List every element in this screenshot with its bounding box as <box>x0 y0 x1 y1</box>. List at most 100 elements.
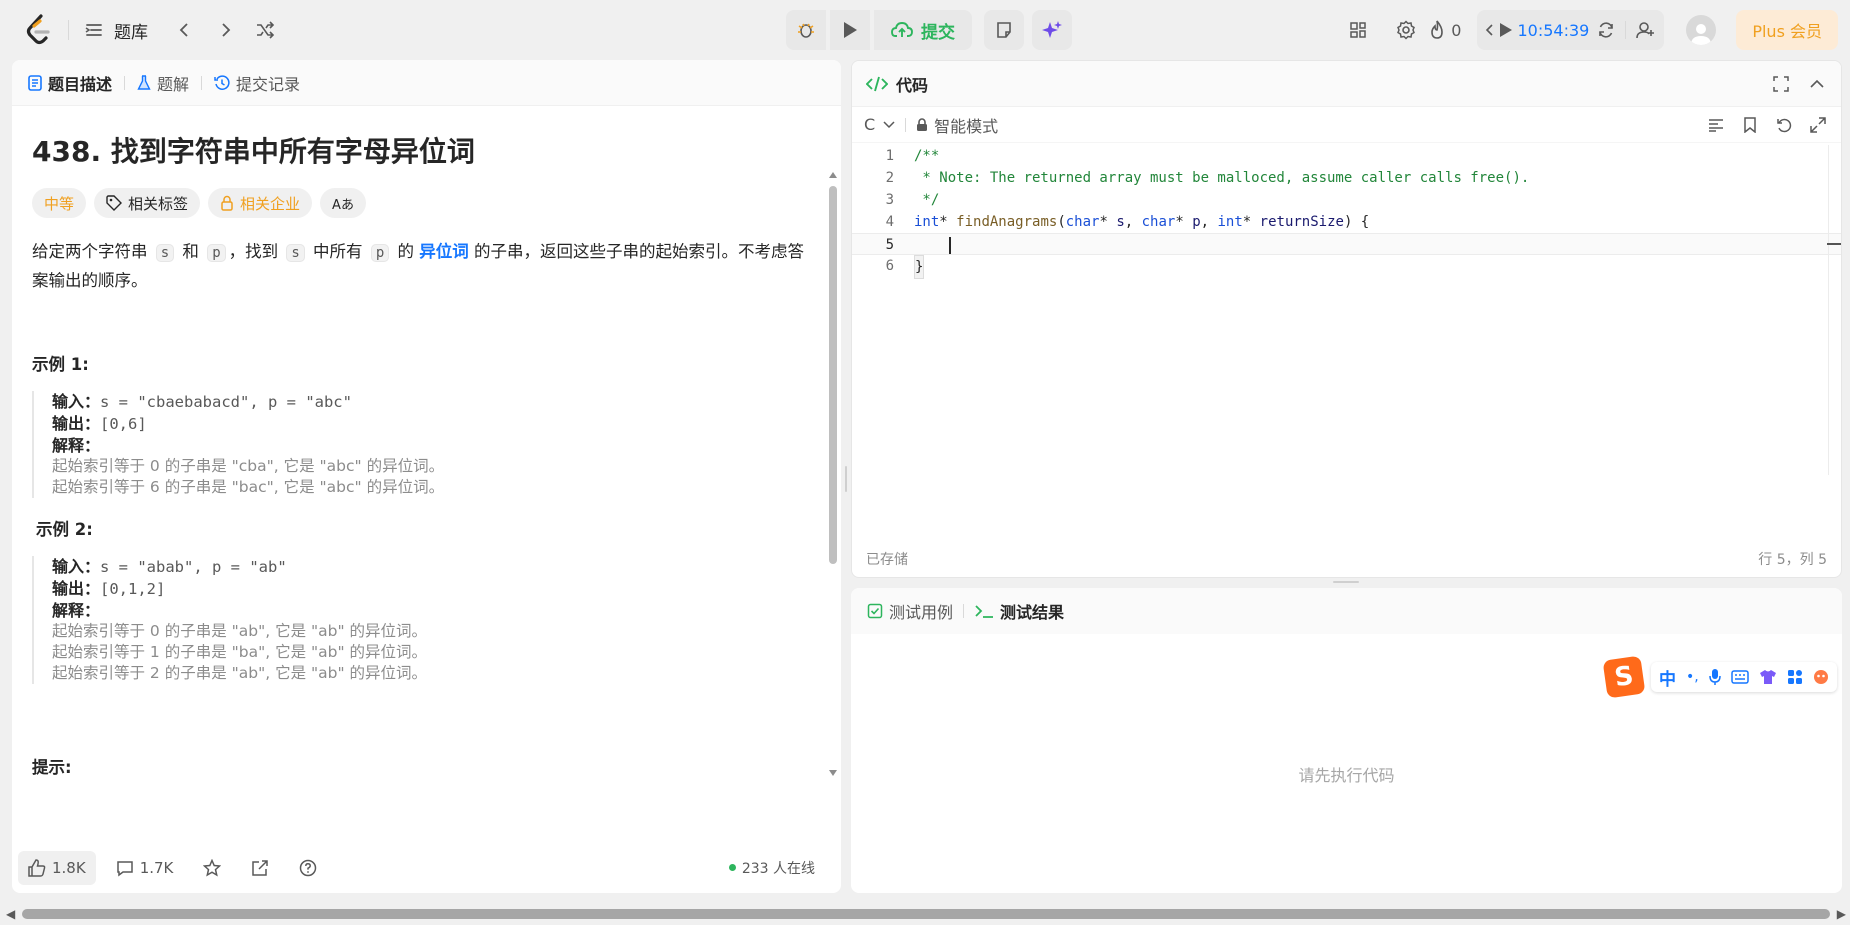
smart-mode-toggle[interactable]: 智能模式 <box>916 113 998 137</box>
anagram-link[interactable]: 异位词 <box>419 242 469 261</box>
scroll-down-icon <box>829 770 837 776</box>
toolbox-icon[interactable] <box>1787 669 1803 685</box>
favorite-button[interactable] <box>193 851 231 885</box>
timer-collapse-button[interactable] <box>1485 23 1495 37</box>
page-horizontal-scrollbar[interactable]: ◀ ▶ <box>0 905 1850 925</box>
settings-button[interactable] <box>1389 13 1423 47</box>
like-button[interactable]: 1.8K <box>18 850 96 885</box>
smart-mode-label: 智能模式 <box>934 116 999 136</box>
problem-list-button[interactable]: 题库 <box>84 14 148 46</box>
fire-icon <box>1431 20 1444 39</box>
layout-button[interactable] <box>1341 13 1375 47</box>
problem-navigation <box>168 13 282 47</box>
code-punctuation: ) { <box>1343 214 1370 230</box>
comments-button[interactable]: 1.7K <box>106 851 184 885</box>
tab-test-results-label: 测试结果 <box>1000 603 1065 622</box>
example-input: s = "cbaebabacd", p = "abc" <box>100 393 352 411</box>
example-1-title: 示例 1: <box>32 355 89 374</box>
ime-punctuation-toggle[interactable]: •, <box>1686 669 1699 685</box>
submit-button[interactable]: 提交 <box>874 10 972 50</box>
code-punctuation: * <box>939 214 957 230</box>
code-line: 3 */ <box>852 189 1841 211</box>
tab-testcases[interactable]: 测试用例 <box>867 599 953 623</box>
code-keyword: char <box>1141 214 1176 230</box>
tags-chip[interactable]: 相关标签 <box>94 188 201 218</box>
bookmark-button[interactable] <box>1735 110 1765 140</box>
scroll-right-icon[interactable]: ▶ <box>1837 907 1846 921</box>
tab-testcases-label: 测试用例 <box>889 603 954 622</box>
line-number: 1 <box>885 148 894 164</box>
page-title: 438. 找到字符串中所有字母异位词 <box>32 135 475 168</box>
random-problem-button[interactable] <box>248 13 282 47</box>
reset-code-button[interactable] <box>1769 110 1799 140</box>
example-input: s = "abab", p = "ab" <box>100 558 287 576</box>
debug-button[interactable] <box>786 10 826 50</box>
resize-grip <box>845 466 847 492</box>
invite-button[interactable] <box>1636 21 1656 39</box>
explain-line: 起始索引等于 0 的子串是 "cba", 它是 "abc" 的异位词。 <box>52 457 445 475</box>
format-button[interactable] <box>1701 110 1731 140</box>
avatar[interactable] <box>1686 15 1717 45</box>
code-keyword: int <box>1217 214 1243 230</box>
collapse-panel-button[interactable] <box>1803 70 1831 98</box>
notes-button[interactable] <box>984 10 1024 50</box>
microphone-icon[interactable] <box>1708 668 1721 686</box>
mascot-icon[interactable] <box>1813 669 1829 685</box>
line-number: 6 <box>885 258 894 274</box>
fullscreen-button[interactable] <box>1767 70 1795 98</box>
sogou-logo-icon[interactable]: S <box>1602 655 1646 699</box>
next-problem-button[interactable] <box>208 13 242 47</box>
tab-test-results[interactable]: 测试结果 <box>974 599 1064 623</box>
scroll-up-icon <box>829 172 837 178</box>
timer-reset-button[interactable] <box>1597 21 1615 39</box>
translate-button[interactable]: Aあ <box>320 188 366 218</box>
skin-icon[interactable] <box>1759 669 1777 685</box>
help-button[interactable] <box>289 851 327 885</box>
chevron-left-icon <box>1486 24 1494 36</box>
streak-counter[interactable]: 0 <box>1429 20 1461 40</box>
tab-description[interactable]: 题目描述 <box>28 71 112 95</box>
companies-chip[interactable]: 相关企业 <box>208 188 313 218</box>
description-scrollbar[interactable] <box>829 172 837 776</box>
share-button[interactable] <box>241 851 279 885</box>
like-count: 1.8K <box>52 858 86 877</box>
scrollbar-thumb[interactable] <box>829 186 837 564</box>
keyboard-icon[interactable] <box>1730 670 1749 684</box>
resize-grip <box>1333 581 1359 583</box>
explain-label: 解释： <box>52 436 101 455</box>
code-editor[interactable]: 1 /** 2 * Note: The returned array must … <box>852 145 1841 475</box>
user-tools: 0 10:54:39 Plus 会员 <box>1341 10 1850 50</box>
bug-icon <box>798 23 814 38</box>
scrollbar-thumb[interactable] <box>22 909 1830 919</box>
expand-editor-button[interactable] <box>1803 110 1833 140</box>
timer-divider <box>1625 21 1627 39</box>
tab-submissions[interactable]: 提交记录 <box>214 71 300 95</box>
run-button[interactable] <box>830 10 870 50</box>
play-icon <box>844 22 857 38</box>
problem-chips: 中等 相关标签 相关企业 Aあ <box>32 188 809 218</box>
list-icon <box>85 24 102 36</box>
checkbox-icon <box>867 603 883 619</box>
shuffle-icon <box>257 21 275 39</box>
vertical-resize-handle[interactable] <box>1333 581 1359 585</box>
scroll-left-icon[interactable]: ◀ <box>6 907 15 921</box>
code-keyword: int <box>914 214 940 230</box>
plus-membership-button[interactable]: Plus 会员 <box>1736 10 1838 50</box>
line-content <box>914 234 948 256</box>
language-select[interactable]: C <box>864 115 895 134</box>
editor-status-bar: 已存储 行 5，列 5 <box>852 541 1841 577</box>
thumbs-up-icon <box>28 858 46 877</box>
tab-solutions[interactable]: 题解 <box>137 71 189 95</box>
editor-toolbar: C 智能模式 <box>852 107 1841 143</box>
ime-actions: 中 •, <box>1651 662 1837 692</box>
leetcode-logo[interactable] <box>26 14 52 46</box>
panel-resize-handle[interactable] <box>843 466 849 492</box>
refresh-icon <box>1599 22 1614 38</box>
ime-language-toggle[interactable]: 中 <box>1659 665 1676 690</box>
align-left-icon <box>1709 118 1723 132</box>
ai-assistant-button[interactable] <box>1032 10 1072 50</box>
top-navbar: 题库 提交 0 10:54:39 Plus 会员 <box>0 0 1850 60</box>
prev-problem-button[interactable] <box>168 13 202 47</box>
editor-scrollbar-track[interactable] <box>1828 145 1829 475</box>
timer-play-button[interactable] <box>1499 22 1513 38</box>
